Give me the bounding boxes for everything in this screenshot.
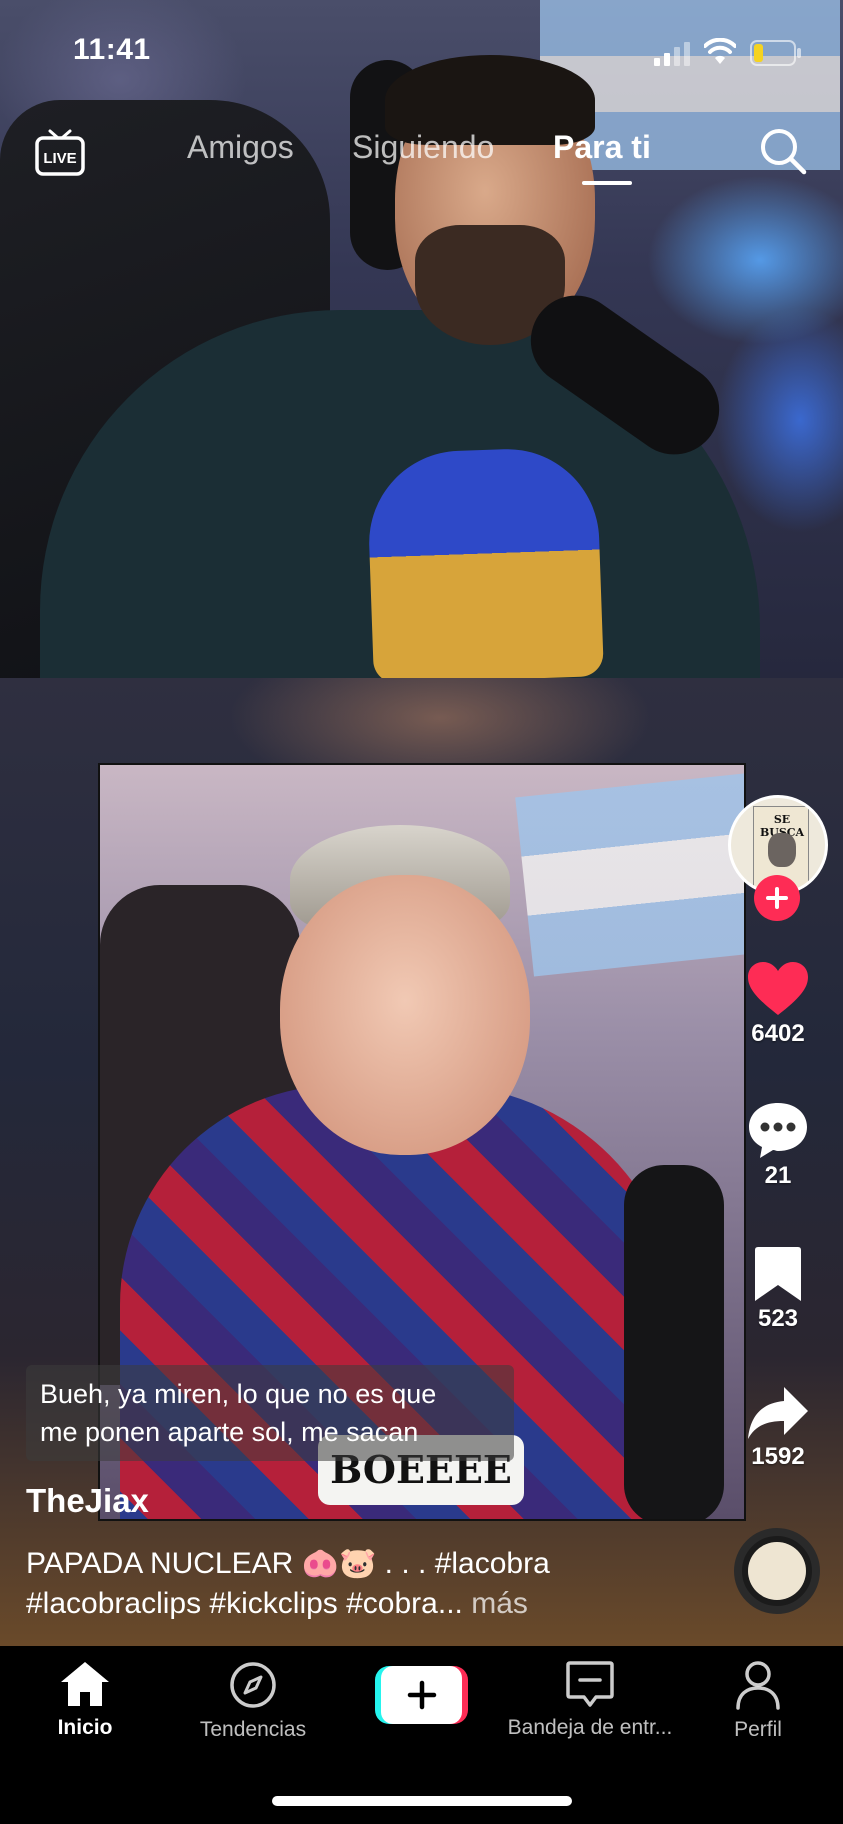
save-count: 523 bbox=[757, 1305, 799, 1332]
plus-icon bbox=[407, 1680, 436, 1710]
bookmark-icon bbox=[755, 1247, 801, 1301]
description-line: PAPADA NUCLEAR 🐽🐷 . . . #lacobra bbox=[26, 1547, 550, 1580]
plus-icon bbox=[766, 887, 788, 909]
heart-icon bbox=[748, 962, 808, 1015]
live-label: LIVE bbox=[43, 150, 76, 167]
share-arrow-icon bbox=[748, 1387, 808, 1439]
flag-background bbox=[515, 773, 744, 977]
microphone bbox=[624, 1165, 724, 1519]
nav-profile[interactable]: Perfil bbox=[673, 1660, 843, 1742]
comment-count: 21 bbox=[764, 1162, 792, 1189]
more-link[interactable]: más bbox=[471, 1587, 528, 1620]
active-tab-indicator bbox=[582, 181, 632, 185]
subtitle-line: Bueh, ya miren, lo que no es que bbox=[40, 1379, 437, 1409]
search-icon[interactable] bbox=[757, 125, 809, 177]
cellular-signal-icon bbox=[654, 42, 690, 66]
nav-inbox-label: Bandeja de entr... bbox=[507, 1716, 673, 1739]
profile-person-icon bbox=[736, 1661, 780, 1710]
nav-discover[interactable]: Tendencias bbox=[168, 1660, 338, 1742]
streamer-face bbox=[280, 875, 530, 1155]
home-indicator[interactable] bbox=[272, 1796, 572, 1806]
compass-icon bbox=[230, 1662, 276, 1708]
tab-friends[interactable]: Amigos bbox=[187, 129, 294, 166]
create-button[interactable] bbox=[375, 1666, 468, 1724]
like-count: 6402 bbox=[751, 1020, 805, 1047]
creator-username[interactable]: TheJiax bbox=[26, 1482, 149, 1520]
like-button[interactable]: 6402 bbox=[726, 960, 830, 1048]
poster-face bbox=[768, 833, 796, 867]
tab-for-you[interactable]: Para ti bbox=[553, 129, 651, 166]
video-subtitle: Bueh, ya miren, lo que no es que me pone… bbox=[26, 1365, 514, 1461]
save-button[interactable]: 523 bbox=[726, 1245, 830, 1333]
status-time: 11:41 bbox=[73, 33, 151, 66]
comment-bubble-icon bbox=[749, 1103, 807, 1158]
inbox-message-icon bbox=[566, 1661, 614, 1707]
create-button-face bbox=[381, 1666, 462, 1724]
wifi-icon bbox=[704, 38, 736, 64]
live-tv-icon[interactable]: LIVE bbox=[34, 127, 86, 179]
sound-cover-image bbox=[748, 1542, 806, 1600]
follow-button[interactable] bbox=[754, 875, 800, 921]
top-navigation: LIVE Amigos Siguiendo Para ti bbox=[0, 115, 843, 195]
nav-discover-label: Tendencias bbox=[199, 1718, 307, 1741]
battery-icon bbox=[750, 40, 801, 66]
video-description[interactable]: PAPADA NUCLEAR 🐽🐷 . . . #lacobra #lacobr… bbox=[26, 1544, 706, 1624]
subtitle-line: me ponen aparte sol, me sacan bbox=[40, 1417, 419, 1447]
tab-following[interactable]: Siguiendo bbox=[352, 129, 494, 166]
nav-home[interactable]: Inicio bbox=[0, 1660, 170, 1740]
status-bar: 11:41 bbox=[0, 0, 843, 104]
nav-home-label: Inicio bbox=[57, 1716, 113, 1739]
share-count: 1592 bbox=[751, 1443, 805, 1470]
music-disc[interactable] bbox=[734, 1528, 820, 1614]
description-hashtags[interactable]: #lacobraclips #kickclips #cobra... bbox=[26, 1587, 463, 1620]
nav-profile-label: Perfil bbox=[734, 1718, 782, 1741]
home-icon bbox=[61, 1662, 109, 1706]
comment-button[interactable]: 21 bbox=[726, 1100, 830, 1190]
shirt-logo bbox=[366, 446, 604, 678]
share-button[interactable]: 1592 bbox=[726, 1385, 830, 1471]
description-line-2: #lacobraclips #kickclips #cobra... más bbox=[26, 1584, 706, 1624]
nav-inbox[interactable]: Bandeja de entr... bbox=[505, 1660, 675, 1740]
